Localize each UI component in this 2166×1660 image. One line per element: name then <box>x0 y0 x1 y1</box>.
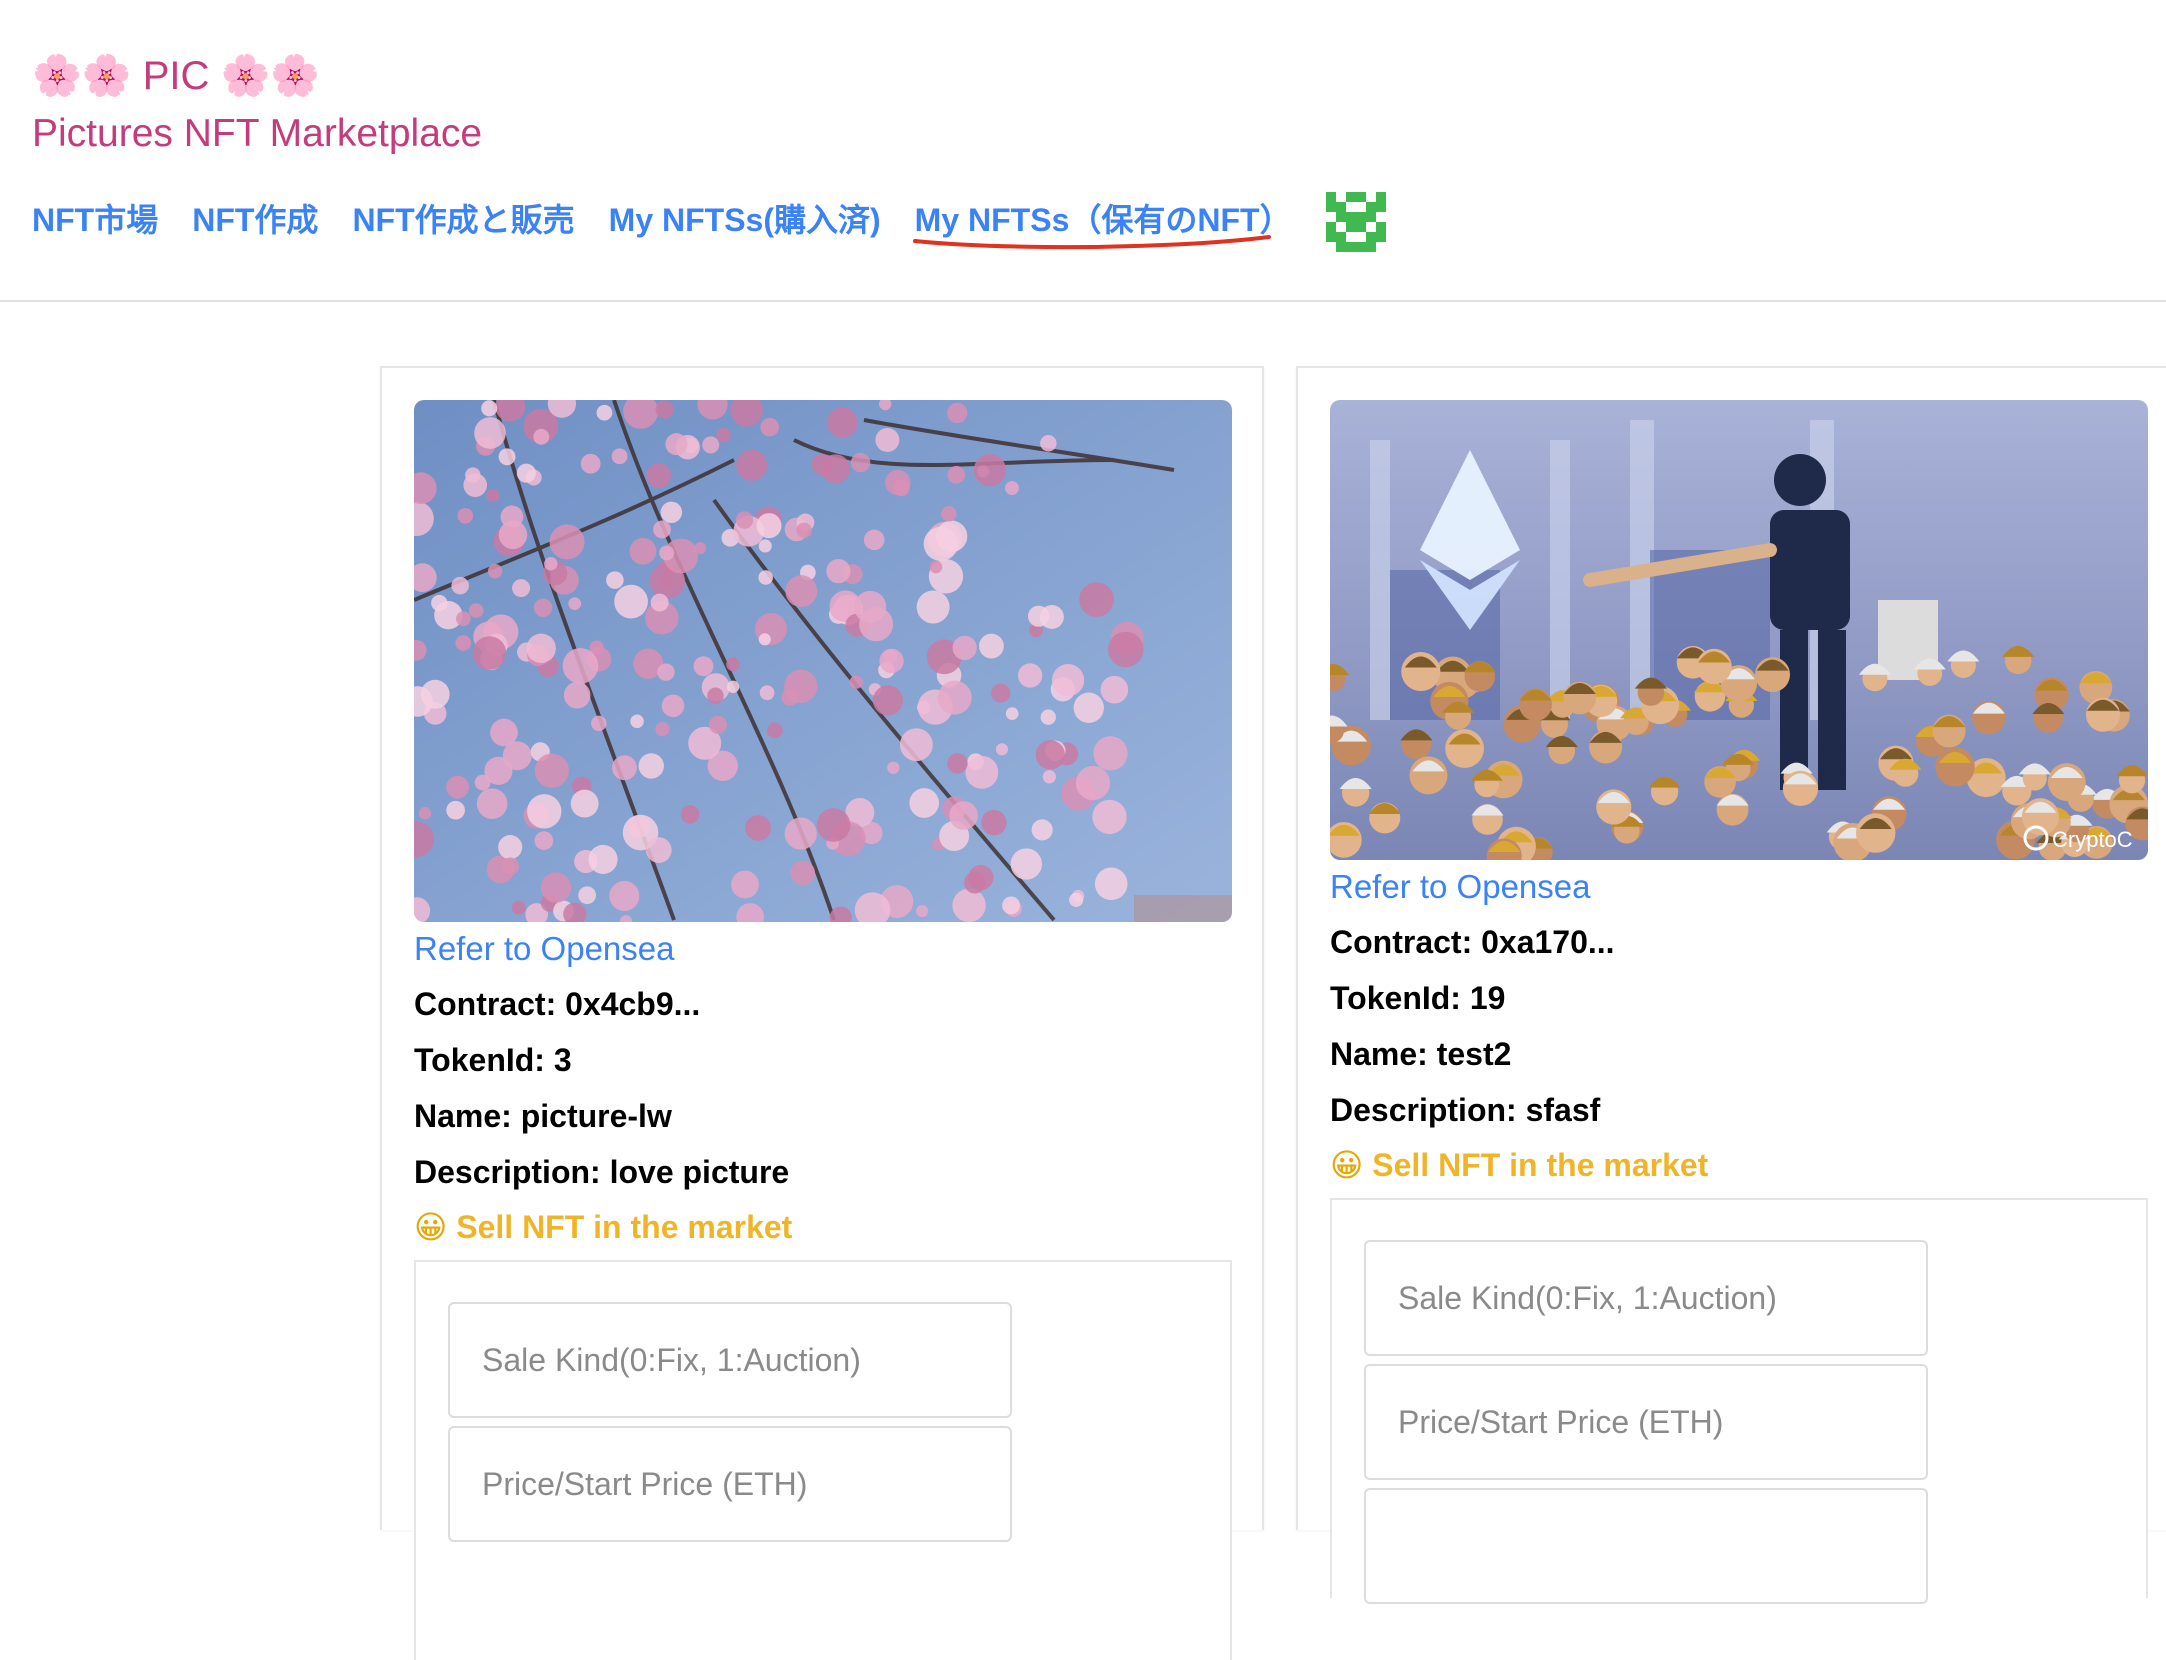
token-id-text: TokenId: 3 <box>414 1042 572 1078</box>
nft-name-text: Name: test2 <box>1330 1036 1512 1072</box>
nav-item-create-and-sell[interactable]: NFT作成と販売 <box>352 195 574 241</box>
nft-description-text: Description: love picture <box>414 1154 790 1190</box>
grinning-face-icon: 😀 <box>1330 1147 1364 1183</box>
contract-text: Contract: 0x4cb9... <box>414 986 701 1022</box>
sell-nft-label[interactable]: 😀 Sell NFT in the market <box>1330 1146 1708 1184</box>
sell-form: Sale Kind(0:Fix, 1:Auction) Price/Start … <box>414 1260 1232 1660</box>
opensea-link[interactable]: Refer to Opensea <box>1330 868 1591 906</box>
opensea-link[interactable]: Refer to Opensea <box>414 930 675 968</box>
red-underline-annotation <box>912 235 1271 250</box>
nav-item-owned[interactable]: My NFTSs（保有のNFT） <box>912 195 1292 250</box>
site-header: 🌸🌸 PIC 🌸🌸 Pictures NFT Marketplace NFT市場… <box>0 0 2166 302</box>
cherry-blossom-image <box>414 400 1232 922</box>
svg-text:CryptoC: CryptoC <box>2052 827 2133 852</box>
brand-title[interactable]: 🌸🌸 PIC 🌸🌸 <box>32 50 320 102</box>
identicon-icon <box>1326 192 1386 252</box>
sale-kind-input[interactable]: Sale Kind(0:Fix, 1:Auction) <box>1364 1240 1928 1356</box>
nav-item-market[interactable]: NFT市場 <box>32 195 158 241</box>
nft-image <box>414 400 1232 922</box>
sell-nft-label[interactable]: 😀 Sell NFT in the market <box>414 1208 792 1246</box>
extra-input[interactable] <box>1364 1488 1928 1604</box>
nft-name-text: Name: picture-lw <box>414 1098 672 1134</box>
price-input[interactable]: Price/Start Price (ETH) <box>448 1426 1012 1542</box>
nft-card: CryptoC Refer to Opensea Contract: 0xa17… <box>1296 366 2166 1604</box>
sell-nft-text: Sell NFT in the market <box>1372 1147 1709 1183</box>
main-nav: NFT市場 NFT作成 NFT作成と販売 My NFTSs(購入済) My NF… <box>32 190 1326 250</box>
sale-kind-input[interactable]: Sale Kind(0:Fix, 1:Auction) <box>448 1302 1012 1418</box>
contract-text: Contract: 0xa170... <box>1330 924 1615 960</box>
nav-item-create[interactable]: NFT作成 <box>192 195 318 241</box>
nav-item-purchased[interactable]: My NFTSs(購入済) <box>609 195 881 241</box>
price-input[interactable]: Price/Start Price (ETH) <box>1364 1364 1928 1480</box>
nft-card: Refer to Opensea Contract: 0x4cb9... Tok… <box>380 366 1264 1660</box>
ethereum-painting-image: CryptoC <box>1330 400 2148 860</box>
grinning-face-icon: 😀 <box>414 1209 448 1245</box>
nft-description-text: Description: sfasf <box>1330 1092 1601 1128</box>
wallet-avatar[interactable] <box>1326 192 1386 252</box>
nft-image: CryptoC <box>1330 400 2148 860</box>
sell-form: Sale Kind(0:Fix, 1:Auction) Price/Start … <box>1330 1198 2148 1604</box>
token-id-text: TokenId: 19 <box>1330 980 1506 1016</box>
sell-nft-text: Sell NFT in the market <box>456 1209 793 1245</box>
brand-subtitle: Pictures NFT Marketplace <box>32 112 483 155</box>
